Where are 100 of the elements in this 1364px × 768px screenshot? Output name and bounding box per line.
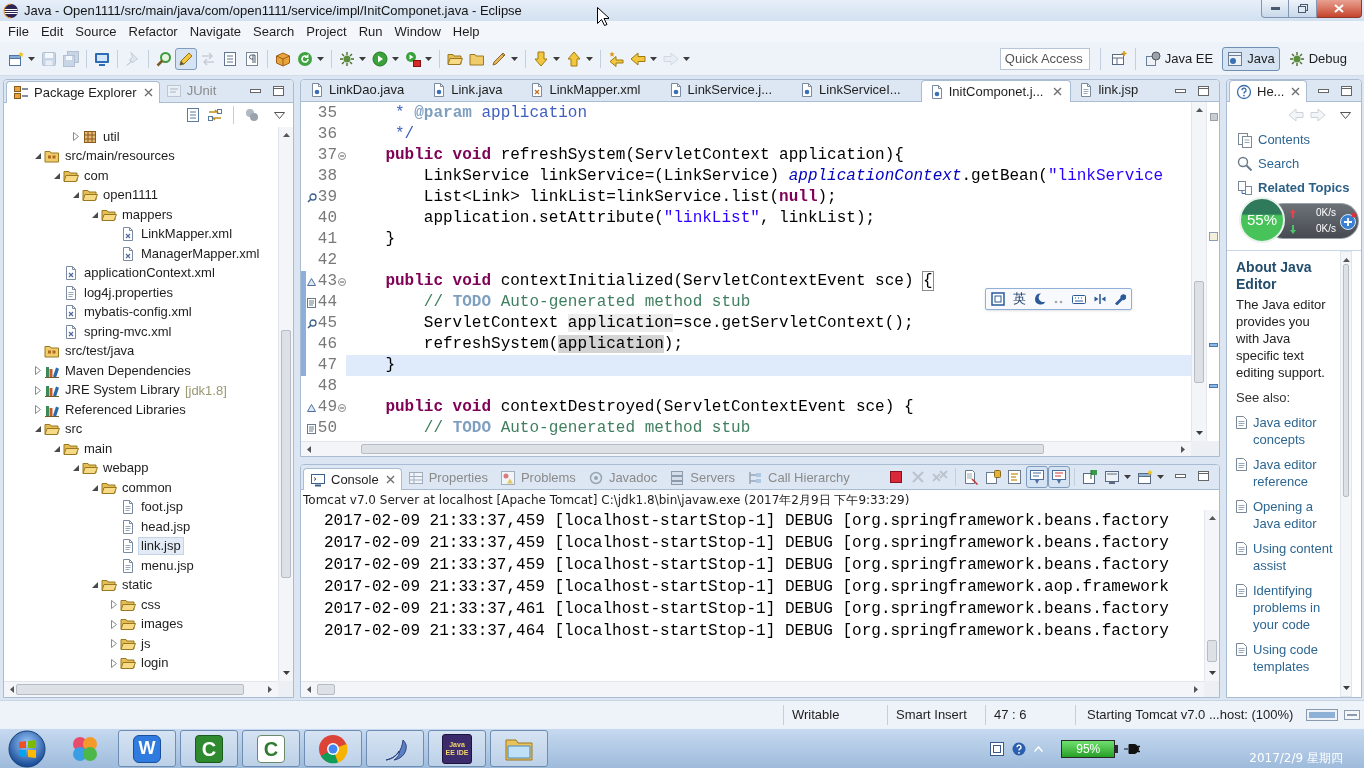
dropdown-caret-icon[interactable] [586, 56, 593, 61]
horizontal-scrollbar[interactable] [4, 681, 278, 697]
perspective-button[interactable]: Java EE [1139, 46, 1219, 71]
help-link[interactable]: Opening a Java editor [1253, 498, 1334, 532]
tree-item[interactable]: LinkMapper.xml [138, 225, 236, 244]
vertical-scrollbar[interactable] [278, 127, 293, 681]
clear-page-icon[interactable] [963, 469, 979, 485]
help-section-link[interactable]: Search [1258, 154, 1300, 174]
scroll-up-arrow-icon[interactable] [1208, 516, 1216, 520]
magnifier-marker-icon[interactable] [306, 318, 317, 329]
task-marker-icon[interactable] [307, 423, 316, 434]
menu-item[interactable]: Refactor [122, 22, 184, 41]
box-icon[interactable] [275, 50, 291, 67]
tree-item[interactable]: foot.jsp [138, 498, 186, 517]
dropdown-caret-icon[interactable] [1124, 475, 1131, 479]
scroll-left-arrow-icon[interactable] [307, 445, 311, 453]
dropdown-caret-icon[interactable] [359, 56, 366, 61]
maximize-icon[interactable] [1198, 86, 1209, 96]
expanded-arrow-icon[interactable] [53, 172, 60, 179]
view-tab[interactable]: Package Explorer [6, 81, 160, 103]
collapsed-arrow-icon[interactable] [110, 619, 117, 629]
maximize-button[interactable] [1289, 0, 1317, 18]
link-arrows-icon[interactable] [207, 107, 223, 123]
editor-tab[interactable]: LinkDao.java [302, 79, 425, 101]
menu-item[interactable]: Edit [34, 22, 70, 41]
keyboard-icon[interactable] [1072, 293, 1086, 305]
expanded-arrow-icon[interactable] [91, 211, 98, 218]
close-icon[interactable] [143, 88, 153, 97]
dropdown-caret-icon[interactable] [553, 56, 560, 61]
minimize-icon[interactable] [1175, 89, 1186, 93]
maximize-icon[interactable] [273, 86, 284, 96]
minimize-icon[interactable] [1175, 474, 1186, 478]
wrench-icon[interactable] [1114, 293, 1126, 305]
input-mode-label[interactable]: 英 [1013, 291, 1026, 307]
expanded-arrow-icon[interactable] [72, 465, 79, 472]
minimize-button[interactable] [1261, 0, 1289, 18]
close-icon[interactable] [1053, 87, 1063, 96]
minimize-icon[interactable] [1318, 89, 1329, 93]
horizontal-scrollbar[interactable] [301, 441, 1191, 456]
arrow-with-star-icon[interactable] [608, 50, 624, 67]
scrollbar-thumb[interactable] [1207, 640, 1217, 662]
scroll-right-arrow-icon[interactable] [268, 686, 272, 693]
vertical-scrollbar[interactable] [1204, 510, 1219, 681]
page-lock-icon[interactable] [985, 469, 1001, 485]
dropdown-caret-icon[interactable] [392, 56, 399, 61]
expanded-arrow-icon[interactable] [91, 582, 98, 589]
expanded-arrow-icon[interactable] [34, 153, 41, 160]
close-icon[interactable] [385, 475, 395, 484]
play-icon[interactable] [372, 50, 388, 67]
task-marker-icon[interactable] [307, 297, 316, 308]
menu-item[interactable]: Help [446, 22, 486, 41]
play-toolbox-icon[interactable] [405, 50, 421, 67]
help-link[interactable]: Java editor reference [1253, 456, 1334, 490]
tree-item[interactable]: static [119, 576, 156, 595]
tree-item[interactable]: Referenced Libraries [62, 400, 189, 419]
square-logo-icon[interactable] [991, 292, 1005, 306]
tree-item[interactable]: util [100, 127, 123, 146]
taskbar-button[interactable]: C [242, 730, 300, 767]
scroll-left-arrow-icon[interactable] [307, 686, 311, 693]
scroll-down-arrow-icon[interactable] [282, 671, 290, 675]
view-menu-icon[interactable] [274, 111, 285, 119]
editor-tab[interactable]: InitComponet.j... [920, 80, 1072, 102]
maximize-icon[interactable] [1341, 86, 1352, 96]
tree-item[interactable]: JRE System Library [62, 381, 183, 400]
page-lines-icon[interactable] [1007, 469, 1023, 485]
collapsed-arrow-icon[interactable] [34, 385, 41, 395]
collapsed-arrow-icon[interactable] [34, 366, 41, 376]
collapsed-arrow-icon[interactable] [110, 600, 117, 610]
horizontal-scrollbar[interactable] [301, 681, 1204, 697]
tree-item[interactable]: spring-mvc.xml [81, 322, 175, 341]
pen-icon[interactable] [491, 50, 507, 67]
start-orb-icon[interactable] [8, 729, 46, 768]
scroll-down-arrow-icon[interactable] [1342, 686, 1350, 690]
scrollbar-thumb[interactable] [1343, 264, 1349, 497]
tree-item[interactable]: ManagerMapper.xml [138, 244, 263, 263]
tree-item[interactable]: mybatis-config.xml [81, 303, 195, 322]
editor-tab[interactable]: LinkService.j... [660, 79, 793, 101]
tree-item[interactable]: applicationContext.xml [81, 264, 218, 283]
dropdown-caret-icon[interactable] [425, 56, 432, 61]
scrollbar-thumb[interactable] [281, 330, 291, 578]
view-tab[interactable]: He... [1229, 80, 1308, 102]
minimize-icon[interactable] [250, 89, 261, 93]
tree-item[interactable]: webapp [100, 459, 152, 478]
scrollbar-thumb[interactable] [317, 684, 335, 695]
perspective-button[interactable]: Java [1222, 46, 1280, 71]
scrollbar-thumb[interactable] [1194, 281, 1204, 383]
tree-item[interactable]: src/test/java [62, 342, 138, 361]
tree-item[interactable]: css [138, 595, 164, 614]
left-arrow-icon[interactable] [630, 50, 646, 67]
collapsed-arrow-icon[interactable] [110, 658, 117, 668]
tree-item[interactable]: mappers [119, 205, 176, 224]
scroll-right-arrow-icon[interactable] [1194, 686, 1198, 693]
scroll-right-arrow-icon[interactable] [1181, 445, 1185, 453]
taskbar-button[interactable]: W [118, 730, 176, 767]
editor-tab[interactable]: LinkMapper.xml [522, 79, 661, 101]
tree-item[interactable]: src/main/resources [62, 147, 178, 166]
maximize-icon[interactable] [1198, 471, 1209, 481]
taskbar-button[interactable] [304, 730, 362, 767]
tree-item[interactable]: src [62, 420, 86, 439]
open-perspective-icon[interactable] [1110, 50, 1127, 67]
